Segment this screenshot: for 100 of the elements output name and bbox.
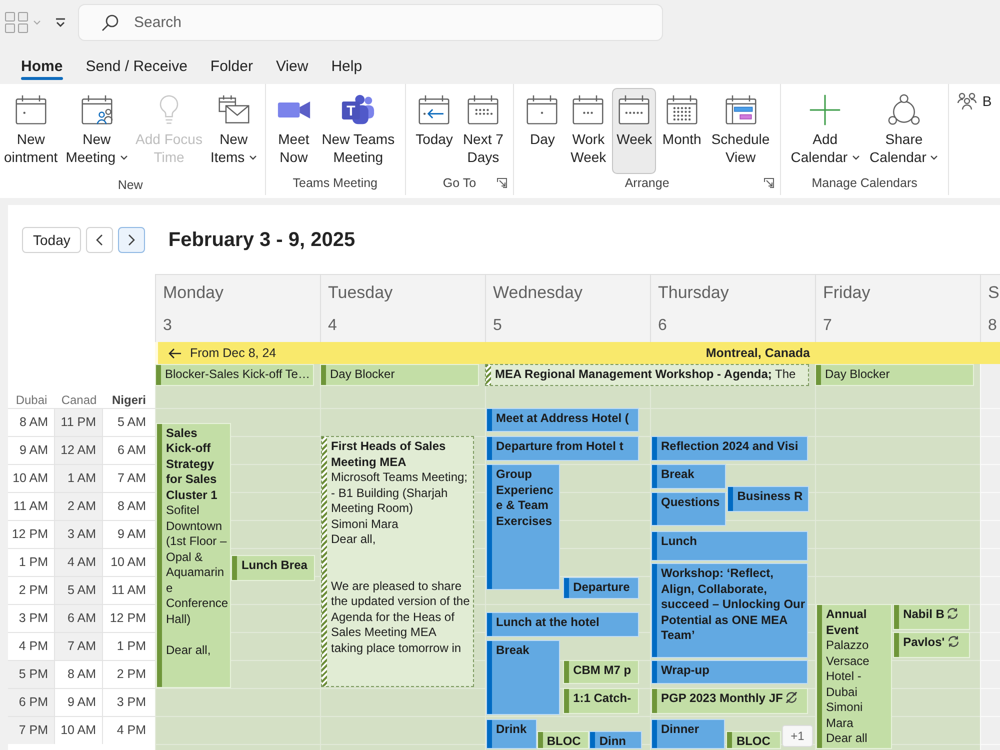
calendar-event[interactable]: Break	[486, 640, 560, 715]
ribbon-button[interactable]: New ointment	[0, 88, 62, 174]
calendar-event[interactable]: Reflection 2024 and Visi	[651, 436, 808, 462]
event-preview: Dear all,	[166, 642, 212, 658]
ribbon-button[interactable]: Week	[612, 88, 656, 174]
event-title: Drink	[496, 722, 527, 738]
time-label: 9 AM	[55, 688, 103, 716]
calendar-event[interactable]: CBM M7 p	[563, 660, 639, 684]
share-nodes-icon	[886, 93, 921, 127]
ribbon-button[interactable]: Day	[520, 88, 564, 174]
next-button[interactable]	[118, 227, 146, 253]
calendar-event[interactable]: Nabil B	[893, 604, 970, 630]
previous-button[interactable]	[86, 227, 114, 253]
corner-arrow-icon	[764, 178, 774, 188]
group-label: Teams Meeting	[292, 176, 378, 190]
event-preview: Dear all,	[331, 532, 377, 548]
time-label: 9 AM	[8, 436, 55, 464]
calendar-event[interactable]: Dinn	[589, 731, 642, 749]
group-label: Arrange	[624, 176, 670, 190]
chevron-down-icon	[852, 154, 860, 160]
calendar-event[interactable]: Lunch	[651, 531, 808, 561]
time-label: 11 PM	[55, 408, 103, 436]
ribbon-tab[interactable]: Home	[21, 58, 63, 80]
day-name: Tuesday	[328, 282, 394, 304]
calendar-event[interactable]: 1:1 Catch-	[563, 688, 639, 714]
event-organizer: Simoni Mara	[826, 700, 864, 731]
day-date: 7	[823, 316, 833, 336]
day-name: Friday	[823, 282, 872, 304]
people-button[interactable]: B	[957, 92, 992, 110]
time-zone-label: Dubai	[14, 392, 48, 408]
calendar-event[interactable]: Wrap-up	[651, 660, 808, 684]
all-day-event[interactable]: Day Blocker	[320, 364, 479, 386]
time-label: 4 PM	[8, 632, 55, 660]
group-label: Manage Calendars	[812, 176, 918, 190]
time-label: 1 AM	[55, 464, 103, 492]
ribbon-button[interactable]: Meet Now	[272, 88, 316, 174]
dialog-launcher-button[interactable]	[497, 178, 508, 188]
ribbon-button[interactable]: Work Week	[566, 88, 610, 174]
dialog-launcher-button[interactable]	[764, 178, 774, 188]
calendar-event[interactable]: BLOC	[536, 731, 590, 749]
ribbon-button[interactable]: Schedule View	[707, 88, 774, 174]
ribbon-button[interactable]: Month	[658, 88, 706, 174]
event-title: Annual Event	[826, 607, 868, 638]
time-label: 7 PM	[8, 716, 55, 744]
event-title: Dinn	[599, 734, 626, 748]
calendar-event[interactable]	[321, 436, 474, 687]
search-field[interactable]: Search	[78, 4, 663, 41]
event-title: BLOC	[736, 734, 770, 748]
ribbon-tab[interactable]: Send / Receive	[86, 58, 188, 80]
ribbon-button[interactable]: New Meeting	[62, 88, 132, 174]
ribbon-button[interactable]: New Items	[206, 88, 261, 174]
chevron-down-icon	[248, 154, 257, 160]
ribbon-button[interactable]: Share Calendar	[866, 88, 942, 174]
today-button[interactable]: Today	[22, 227, 82, 253]
event-title: CBM M7 p	[573, 663, 632, 678]
bar-chevron-icon[interactable]	[55, 18, 66, 28]
calendar-event[interactable]: Drink	[486, 718, 537, 749]
calendar-event[interactable]: Dinner	[651, 718, 725, 749]
calendar-event[interactable]: BLOC	[726, 731, 782, 749]
calendar-event[interactable]: Business R	[727, 486, 810, 512]
calendar-event[interactable]: Break	[651, 464, 726, 490]
event-title: Sales Kick-off Strategy for Sales Cluster 1	[166, 426, 218, 504]
ribbon-button[interactable]: T New Teams Meeting	[318, 88, 399, 174]
ribbon-button[interactable]: Add Calendar	[786, 88, 864, 174]
time-label: 12 PM	[8, 520, 55, 548]
calendar-event[interactable]: Questions	[651, 492, 726, 526]
more-events-button[interactable]: +1	[782, 725, 813, 747]
ribbon-tab[interactable]: Help	[331, 58, 362, 80]
chevron-left-icon	[96, 234, 104, 246]
time-label: 7 AM	[55, 632, 103, 660]
all-day-event[interactable]: MEA Regional Management Workshop - Agenda; The	[485, 364, 809, 386]
calendar-event[interactable]: Meet at Address Hotel (	[486, 408, 639, 432]
all-day-event[interactable]: Blocker-Sales Kick-off Te…	[155, 364, 314, 386]
calendar-event[interactable]: Workshop: ‘Reflect, Align, Collaborate, succeed – Unlocking Our Potential as ONE MEA Team’	[651, 563, 808, 658]
calendar-event[interactable]: Annual Event Palazzo Versace Hotel - Dubai Simoni Mara Dear all	[816, 604, 892, 749]
calendar-week-icon	[617, 93, 652, 127]
all-day-banner[interactable]: From Dec 8, 24 Montreal, Canada	[155, 342, 1000, 364]
ribbon-button[interactable]: Next 7 Days	[458, 88, 508, 174]
calendar-event[interactable]: Lunch at the hotel	[486, 612, 639, 637]
corner-arrow-icon	[497, 178, 508, 188]
all-day-event[interactable]: Day Blocker	[815, 364, 974, 386]
ribbon-button[interactable]: Today	[412, 88, 457, 174]
event-title: Day Blocker	[824, 366, 891, 383]
calendar-event[interactable]: Lunch Brea	[231, 555, 316, 581]
event-organizer: Simoni Mara	[331, 516, 400, 532]
day-date: 4	[328, 316, 338, 336]
calendar-event[interactable]: Sales Kick-off Strategy for Sales Cluster 1 Sofitel Downtown (1st Floor – Opal & Aquamarine Conference Hall) Dear all,	[156, 422, 232, 688]
calendar-event[interactable]: Departure	[563, 577, 639, 599]
ribbon-tab[interactable]: Folder	[210, 58, 253, 80]
time-label: 3 PM	[8, 604, 55, 632]
time-label: 10 AM	[8, 464, 55, 492]
event-title: Day Blocker	[329, 366, 396, 383]
calendar-event[interactable]: PGP 2023 Monthly JF	[651, 688, 808, 714]
date-range-title: February 3 - 9, 2025	[168, 228, 356, 253]
event-title: Meet at Address Hotel (	[496, 411, 629, 426]
calendar-work-week-icon	[571, 93, 606, 127]
calendar-event[interactable]: Pavlos'	[893, 632, 970, 658]
ribbon-tab[interactable]: View	[276, 58, 308, 80]
calendar-event[interactable]: Departure from Hotel t	[486, 436, 639, 462]
calendar-event[interactable]: Group Experience & Team Exercises	[486, 464, 560, 590]
